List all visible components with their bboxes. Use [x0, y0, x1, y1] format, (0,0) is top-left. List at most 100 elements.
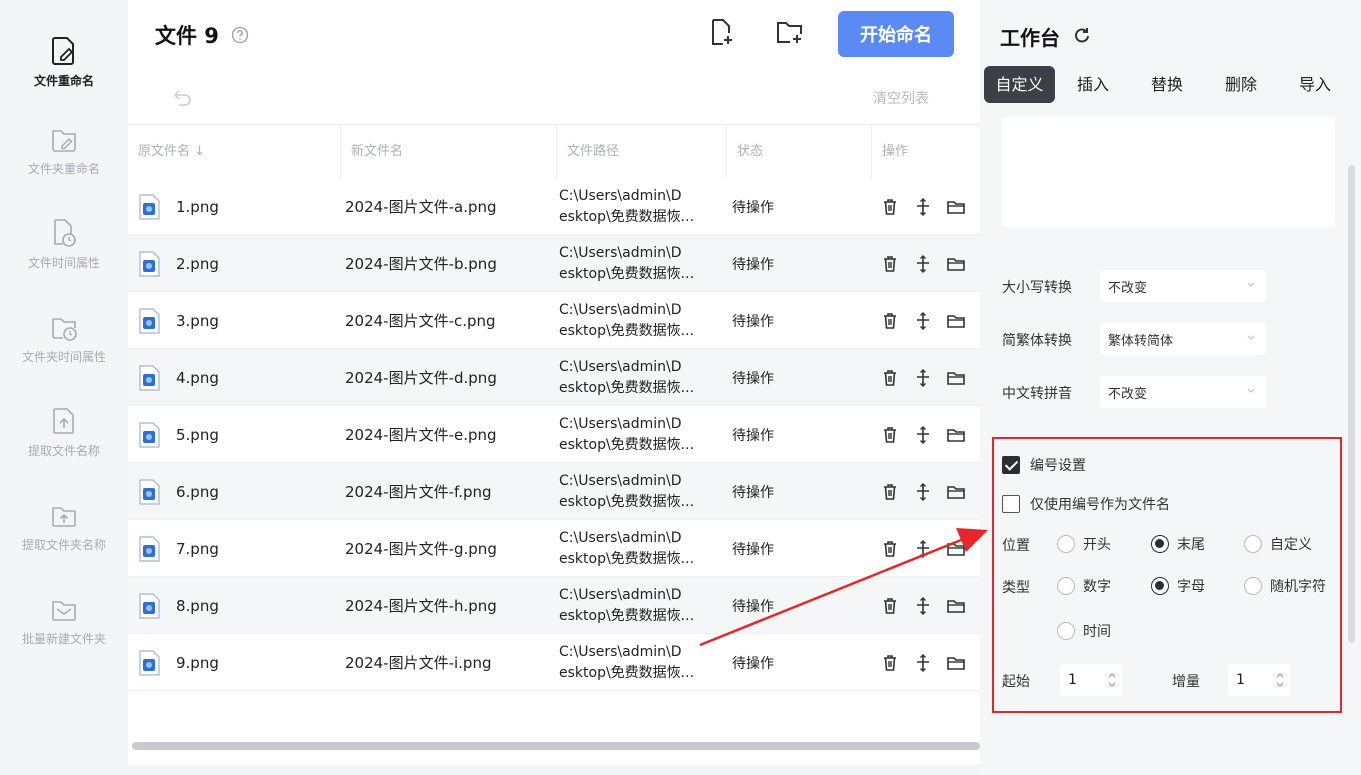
undo-icon[interactable]: [171, 87, 193, 109]
table-row[interactable]: 8.png 2024-图片文件-h.png C:\Users\admin\D eskt…: [128, 577, 980, 634]
open-folder-icon[interactable]: [946, 311, 966, 331]
delete-icon[interactable]: [880, 653, 900, 673]
delete-icon[interactable]: [880, 539, 900, 559]
radio-dot[interactable]: [1244, 577, 1262, 595]
move-icon[interactable]: [913, 254, 933, 274]
status-cell: 待操作: [732, 463, 862, 520]
checkbox-unchecked[interactable]: [1002, 495, 1020, 513]
table-row[interactable]: 7.png 2024-图片文件-g.png C:\Users\admin\D eskt…: [128, 520, 980, 577]
sidebar-item-extract-file-name[interactable]: 提取文件名称: [0, 392, 128, 472]
column-header-original[interactable]: 原文件名 ↓: [128, 125, 340, 179]
stepper-arrows-icon[interactable]: [1276, 670, 1284, 690]
open-folder-icon[interactable]: [946, 197, 966, 217]
start-value: 1: [1068, 672, 1077, 688]
table-row[interactable]: 5.png 2024-图片文件-e.png C:\Users\admin\D eskt…: [128, 406, 980, 463]
move-icon[interactable]: [913, 596, 933, 616]
path-line-2: esktop\免费数据恢...: [559, 265, 695, 282]
position-custom-radio[interactable]: 自定义: [1244, 534, 1312, 554]
tab-custom[interactable]: 自定义: [984, 66, 1055, 103]
radio-dot[interactable]: [1057, 535, 1075, 553]
start-stepper[interactable]: 1: [1060, 664, 1122, 696]
open-folder-icon[interactable]: [946, 254, 966, 274]
sidebar-item-file-rename[interactable]: 文件重命名: [0, 22, 128, 102]
tab-replace[interactable]: 替换: [1139, 66, 1195, 103]
move-icon[interactable]: [913, 653, 933, 673]
position-start-radio[interactable]: 开头: [1057, 534, 1111, 554]
table-row[interactable]: 4.png 2024-图片文件-d.png C:\Users\admin\D eskt…: [128, 349, 980, 406]
table-row[interactable]: 6.png 2024-图片文件-f.png C:\Users\admin\D eskt…: [128, 463, 980, 520]
table-header: 原文件名 ↓ 新文件名 文件路径 状态 操作: [128, 124, 980, 179]
sidebar-item-label: 文件时间属性: [27, 255, 100, 270]
stepper-arrows-icon[interactable]: [1108, 670, 1116, 690]
delete-icon[interactable]: [880, 425, 900, 445]
status-cell: 待操作: [732, 349, 862, 406]
tab-delete[interactable]: 删除: [1213, 66, 1269, 103]
tab-insert[interactable]: 插入: [1065, 66, 1121, 103]
original-name: 6.png: [176, 482, 219, 501]
sidebar-item-folder-rename[interactable]: 文件夹重命名: [0, 110, 128, 190]
radio-dot[interactable]: [1057, 577, 1075, 595]
table-row[interactable]: 2.png 2024-图片文件-b.png C:\Users\admin\D eskt…: [128, 235, 980, 292]
move-icon[interactable]: [913, 311, 933, 331]
move-icon[interactable]: [913, 539, 933, 559]
type-time-radio[interactable]: 时间: [1057, 621, 1111, 641]
only-number-checkbox[interactable]: 仅使用编号作为文件名: [1002, 494, 1170, 514]
path-line-1: C:\Users\admin\D: [559, 643, 682, 660]
case-convert-select[interactable]: 不改变: [1100, 270, 1266, 302]
move-icon[interactable]: [913, 482, 933, 502]
add-folder-icon[interactable]: [774, 17, 804, 47]
step-stepper[interactable]: 1: [1228, 664, 1290, 696]
file-upload-icon: [53, 407, 74, 434]
open-folder-icon[interactable]: [946, 539, 966, 559]
table-row[interactable]: 9.png 2024-图片文件-i.png C:\Users\admin\D eskt…: [128, 634, 980, 691]
open-folder-icon[interactable]: [946, 425, 966, 445]
refresh-icon[interactable]: [1072, 27, 1092, 47]
radio-label: 随机字符: [1270, 579, 1326, 595]
move-icon[interactable]: [913, 368, 933, 388]
original-name-cell: 5.png: [138, 406, 338, 463]
table-row[interactable]: 1.png 2024-图片文件-a.png C:\Users\admin\D eskt…: [128, 178, 980, 235]
radio-dot[interactable]: [1244, 535, 1262, 553]
type-number-radio[interactable]: 数字: [1057, 576, 1111, 596]
custom-name-textarea[interactable]: [1002, 117, 1335, 227]
open-folder-icon[interactable]: [946, 482, 966, 502]
open-folder-icon[interactable]: [946, 596, 966, 616]
open-folder-icon[interactable]: [946, 653, 966, 673]
radio-dot-selected[interactable]: [1151, 577, 1169, 595]
path-cell: C:\Users\admin\D esktop\免费数据恢...: [559, 520, 724, 577]
type-letter-radio[interactable]: 字母: [1151, 576, 1205, 596]
delete-icon[interactable]: [880, 254, 900, 274]
table-row[interactable]: 3.png 2024-图片文件-c.png C:\Users\admin\D eskt…: [128, 292, 980, 349]
trad-simp-select[interactable]: 繁体转简体: [1100, 323, 1266, 355]
radio-dot[interactable]: [1057, 622, 1075, 640]
sidebar-item-batch-create-folder[interactable]: 批量新建文件夹: [0, 580, 128, 660]
vertical-scrollbar[interactable]: [1348, 165, 1355, 643]
move-icon[interactable]: [913, 425, 933, 445]
open-folder-icon[interactable]: [946, 368, 966, 388]
help-icon[interactable]: [231, 26, 249, 44]
add-file-icon[interactable]: [706, 17, 736, 47]
delete-icon[interactable]: [880, 368, 900, 388]
tab-import[interactable]: 导入: [1287, 66, 1343, 103]
step-value: 1: [1236, 672, 1245, 688]
sidebar-item-file-time[interactable]: 文件时间属性: [0, 204, 128, 284]
position-end-radio[interactable]: 末尾: [1151, 534, 1205, 554]
pinyin-select[interactable]: 不改变: [1100, 376, 1266, 408]
path-line-2: esktop\免费数据恢...: [559, 436, 695, 453]
png-file-icon: [139, 193, 160, 220]
move-icon[interactable]: [913, 197, 933, 217]
checkbox-checked[interactable]: [1002, 456, 1020, 474]
horizontal-scrollbar[interactable]: [132, 742, 980, 750]
delete-icon[interactable]: [880, 311, 900, 331]
clear-list-button[interactable]: 清空列表: [873, 88, 929, 108]
sidebar-item-folder-time[interactable]: 文件夹时间属性: [0, 298, 128, 378]
radio-label: 字母: [1177, 579, 1205, 595]
radio-dot-selected[interactable]: [1151, 535, 1169, 553]
type-random-radio[interactable]: 随机字符: [1244, 576, 1326, 596]
delete-icon[interactable]: [880, 596, 900, 616]
numbering-enable-checkbox[interactable]: 编号设置: [1002, 455, 1086, 475]
delete-icon[interactable]: [880, 482, 900, 502]
sidebar-item-extract-folder-name[interactable]: 提取文件夹名称: [0, 486, 128, 566]
start-rename-button[interactable]: 开始命名: [838, 11, 954, 57]
delete-icon[interactable]: [880, 197, 900, 217]
